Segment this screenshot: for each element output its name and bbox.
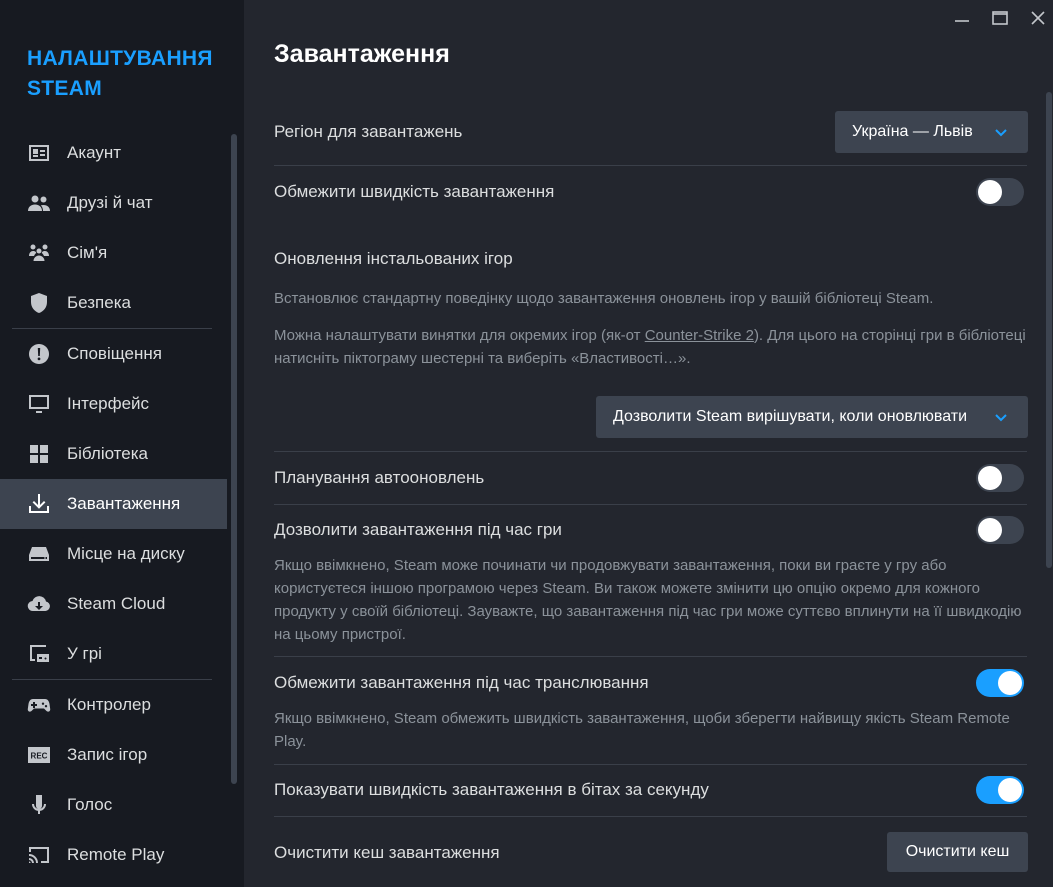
sidebar-item-remote-play[interactable]: Remote Play [0,830,227,880]
chevron-down-icon [994,410,1008,424]
main-panel: Завантаження Регіон для завантажень Укра… [244,0,1053,887]
gamepad-icon [27,693,51,717]
limit-streaming-toggle[interactable] [976,669,1024,697]
microphone-icon [27,793,51,817]
sidebar-item-label: Голос [67,795,113,814]
sidebar-nav: Акаунт Друзі й чат Сім'я Безпека Сповіще… [0,128,227,880]
during-game-description: Якщо ввімкнено, Steam може починати чи п… [274,557,1022,643]
divider [274,451,1027,452]
toggle-knob [978,518,1002,542]
sidebar-title: НАЛАШТУВАННЯ STEAM [27,47,213,100]
chevron-down-icon [994,125,1008,139]
sidebar-item-family[interactable]: Сім'я [0,228,227,278]
sidebar-item-controller[interactable]: Контролер [0,680,227,730]
sidebar-item-label: Запис ігор [67,745,148,764]
schedule-label: Планування автооновлень [274,468,485,487]
sidebar-item-label: Акаунт [67,143,122,162]
sidebar-item-label: Сповіщення [67,344,162,363]
cast-icon [27,843,51,867]
sidebar-item-storage[interactable]: Місце на диску [0,529,227,579]
region-dropdown[interactable]: Україна — Львів [835,111,1028,153]
grid-icon [27,442,51,466]
sidebar-item-in-game[interactable]: У грі [0,629,227,679]
sidebar-item-interface[interactable]: Інтерфейс [0,379,227,429]
clear-cache-label: Очистити кеш завантаження [274,843,500,862]
sidebar-item-notifications[interactable]: Сповіщення [0,329,227,379]
toggle-knob [998,778,1022,802]
toggle-knob [978,466,1002,490]
updates-description: Встановлює стандартну поведінку щодо зав… [274,290,934,307]
schedule-toggle[interactable] [976,464,1024,492]
cloud-icon [27,592,51,616]
limit-streaming-description: Якщо ввімкнено, Steam обмежить швидкість… [274,710,1010,750]
sidebar-scrollbar[interactable] [231,134,237,784]
divider [274,656,1027,657]
sidebar-item-account[interactable]: Акаунт [0,128,227,178]
drive-icon [27,542,51,566]
bits-label: Показувати швидкість завантаження в біта… [274,780,709,799]
alert-icon [27,342,51,366]
divider [274,816,1027,817]
sidebar: НАЛАШТУВАННЯ STEAM Акаунт Друзі й чат Сі… [0,0,244,887]
clear-cache-button[interactable]: Очистити кеш [887,832,1028,872]
sidebar-item-label: Безпека [67,293,131,312]
toggle-knob [998,671,1022,695]
updates-exceptions-description: Можна налаштувати винятки для окремих іг… [274,324,1029,370]
region-label: Регіон для завантажень [274,122,463,141]
sidebar-item-label: Steam Cloud [67,594,166,613]
sidebar-item-label: У грі [67,644,102,663]
monitor-icon [27,392,51,416]
sidebar-item-voice[interactable]: Голос [0,780,227,830]
sidebar-item-label: Інтерфейс [67,394,150,413]
sidebar-item-label: Сім'я [67,243,108,262]
update-behavior-dropdown[interactable]: Дозволити Steam вирішувати, коли оновлюв… [596,396,1028,438]
sidebar-item-label: Завантаження [67,494,181,513]
svg-text:REC: REC [31,752,48,761]
toggle-knob [978,180,1002,204]
region-value: Україна — Львів [852,123,973,140]
bits-toggle[interactable] [976,776,1024,804]
divider [274,165,1027,166]
in-game-icon [27,642,51,666]
update-behavior-value: Дозволити Steam вирішувати, коли оновлюв… [613,408,968,425]
sidebar-item-library[interactable]: Бібліотека [0,429,227,479]
family-icon [27,241,51,265]
sidebar-item-label: Контролер [67,695,151,714]
limit-streaming-label: Обмежити завантаження під час транслюван… [274,673,649,692]
friends-icon [27,191,51,215]
rec-icon: REC [27,743,51,767]
sidebar-item-downloads[interactable]: Завантаження [0,479,227,529]
sidebar-item-game-recording[interactable]: REC Запис ігор [0,730,227,780]
during-game-label: Дозволити завантаження під час гри [274,520,562,539]
updates-label: Оновлення інстальованих ігор [274,249,513,268]
sidebar-item-label: Remote Play [67,845,165,864]
during-game-toggle[interactable] [976,516,1024,544]
sidebar-item-friends[interactable]: Друзі й чат [0,178,227,228]
sidebar-item-security[interactable]: Безпека [0,278,227,328]
limit-speed-toggle[interactable] [976,178,1024,206]
account-card-icon [27,141,51,165]
sidebar-item-label: Місце на диску [67,544,185,563]
updates-desc-pre: Можна налаштувати винятки для окремих іг… [274,327,645,344]
divider [274,764,1027,765]
shield-icon [27,291,51,315]
sidebar-item-steam-cloud[interactable]: Steam Cloud [0,579,227,629]
page-title: Завантаження [274,40,450,68]
download-icon [27,492,51,516]
counter-strike-link[interactable]: Counter-Strike 2 [645,327,754,344]
sidebar-item-label: Друзі й чат [67,193,153,212]
divider [274,504,1027,505]
sidebar-item-label: Бібліотека [67,444,148,463]
limit-speed-label: Обмежити швидкість завантаження [274,182,555,201]
main-scrollbar[interactable] [1046,92,1052,568]
